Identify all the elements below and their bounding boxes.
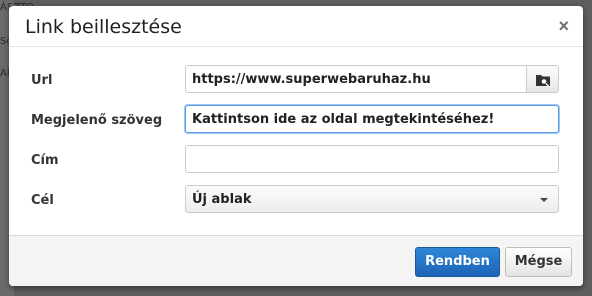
ok-button[interactable]: Rendben: [415, 247, 500, 277]
dialog-header: Link beillesztése ×: [9, 6, 583, 47]
display-text-row: Megjelenő szöveg Kattintson ide az oldal…: [9, 105, 583, 137]
cancel-button[interactable]: Mégse: [505, 247, 572, 277]
close-button[interactable]: ×: [558, 17, 569, 35]
dialog-footer: Rendben Mégse: [9, 235, 583, 286]
target-select[interactable]: Új ablak: [185, 185, 559, 213]
url-value: https://www.superwebaruhaz.hu: [192, 72, 431, 87]
insert-link-dialog: Link beillesztése × Url https://www.supe…: [9, 6, 583, 286]
browse-server-button[interactable]: [527, 65, 559, 93]
display-text-value: Kattintson ide az oldal megtekintéséhez!: [192, 112, 495, 127]
target-value: Új ablak: [192, 192, 252, 207]
title-label: Cím: [31, 153, 59, 168]
display-text-input[interactable]: Kattintson ide az oldal megtekintéséhez!: [185, 105, 559, 133]
title-input[interactable]: [185, 145, 559, 173]
title-row: Cím: [9, 145, 583, 177]
target-label: Cél: [31, 193, 54, 208]
url-input[interactable]: https://www.superwebaruhaz.hu: [185, 65, 527, 93]
url-row: Url https://www.superwebaruhaz.hu: [9, 65, 583, 97]
url-label: Url: [31, 73, 53, 88]
browse-folder-icon: [536, 75, 550, 87]
display-text-label: Megjelenő szöveg: [31, 113, 163, 128]
target-row: Cél Új ablak: [9, 185, 583, 217]
dialog-title: Link beillesztése: [25, 16, 182, 38]
chevron-down-icon: [540, 198, 548, 202]
